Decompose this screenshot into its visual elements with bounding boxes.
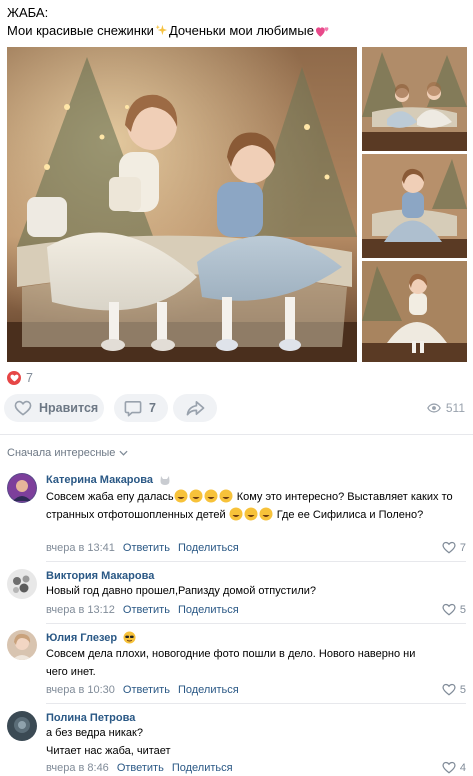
divider bbox=[0, 434, 473, 435]
post-photo-main[interactable] bbox=[7, 47, 357, 362]
comment-author[interactable]: Полина Петрова bbox=[46, 712, 135, 724]
comment-text: а без ведра никак? Читает нас жаба, чита… bbox=[46, 724, 456, 760]
reactions-summary[interactable]: 7 bbox=[7, 370, 33, 386]
sparkles-icon bbox=[155, 24, 168, 36]
comment-divider bbox=[46, 561, 466, 562]
views-counter: 511 bbox=[427, 401, 465, 415]
share-button[interactable] bbox=[173, 394, 217, 422]
comment-text-part1: Совсем жаба епу далась bbox=[46, 491, 174, 503]
comment-text: Новый год давно прошел,Рапизду домой отп… bbox=[46, 582, 456, 600]
reply-link[interactable]: Ответить bbox=[123, 542, 170, 554]
avatar[interactable] bbox=[7, 630, 37, 660]
rofl-emoji-icon bbox=[259, 507, 273, 521]
post-body: Мои красивые снежинки Доченьки мои любимы… bbox=[7, 22, 467, 40]
two-hearts-icon bbox=[315, 27, 329, 37]
post-photo-4[interactable] bbox=[362, 261, 467, 362]
comment-like-count: 7 bbox=[459, 541, 466, 554]
comments-count: 7 bbox=[149, 401, 156, 415]
avatar[interactable] bbox=[7, 473, 37, 503]
chevron-down-icon bbox=[119, 450, 128, 456]
comment-text-line1: а без ведра никак? bbox=[46, 727, 143, 739]
comment-like-button[interactable]: 5 bbox=[442, 603, 466, 616]
comment-like-count: 5 bbox=[459, 683, 466, 696]
reply-link[interactable]: Ответить bbox=[117, 762, 164, 774]
author-name: Катерина Макарова bbox=[46, 474, 153, 486]
post-text: ЖАБА: Мои красивые снежинки Доченьки мои … bbox=[7, 4, 467, 40]
rofl-emoji-icon bbox=[219, 489, 233, 503]
author-name: Виктория Макарова bbox=[46, 570, 155, 582]
comment-divider bbox=[46, 703, 466, 704]
comment-divider bbox=[46, 623, 466, 624]
post-actions: Нравится 7 511 bbox=[4, 394, 469, 424]
comment-text-body: Новый год давно прошел,Рапизду домой отп… bbox=[46, 585, 316, 597]
comment-text: Совсем жаба епу далась Кому это интересн… bbox=[46, 488, 456, 524]
author-name: Полина Петрова bbox=[46, 712, 136, 724]
photo-gallery bbox=[7, 47, 467, 362]
comment-like-count: 4 bbox=[459, 761, 466, 774]
share-link[interactable]: Поделиться bbox=[178, 684, 239, 696]
post-body-part2: Доченьки мои любимые bbox=[168, 23, 314, 38]
comment-author[interactable]: Виктория Макарова bbox=[46, 570, 154, 582]
share-link[interactable]: Поделиться bbox=[178, 604, 239, 616]
rofl-emoji-icon bbox=[174, 489, 188, 503]
views-count: 511 bbox=[445, 401, 465, 415]
reply-link[interactable]: Ответить bbox=[123, 604, 170, 616]
comment-text-line2: Читает нас жаба, читает bbox=[46, 745, 171, 757]
heart-reaction-icon bbox=[7, 371, 21, 385]
comment-time[interactable]: вчера в 10:30 bbox=[46, 684, 115, 696]
rofl-emoji-icon bbox=[244, 507, 258, 521]
heart-outline-icon bbox=[442, 683, 456, 696]
author-name: Юлия Глезер bbox=[46, 631, 118, 644]
like-label: Нравится bbox=[39, 401, 99, 415]
rofl-emoji-icon bbox=[229, 507, 243, 521]
comment-like-button[interactable]: 7 bbox=[442, 541, 466, 554]
avatar[interactable] bbox=[7, 569, 37, 599]
comment-time[interactable]: вчера в 8:46 bbox=[46, 762, 109, 774]
comment-time[interactable]: вчера в 13:41 bbox=[46, 542, 115, 554]
share-link[interactable]: Поделиться bbox=[172, 762, 233, 774]
eye-icon bbox=[427, 403, 441, 413]
comment-time[interactable]: вчера в 13:12 bbox=[46, 604, 115, 616]
avatar[interactable] bbox=[7, 711, 37, 741]
heart-outline-icon bbox=[442, 603, 456, 616]
share-link[interactable]: Поделиться bbox=[178, 542, 239, 554]
post-photo-2[interactable] bbox=[362, 47, 467, 151]
heart-outline-icon bbox=[442, 541, 456, 554]
reply-link[interactable]: Ответить bbox=[123, 684, 170, 696]
comment-like-button[interactable]: 4 bbox=[442, 761, 466, 774]
post-photo-3[interactable] bbox=[362, 154, 467, 258]
comment-button[interactable]: 7 bbox=[114, 394, 168, 422]
comment-like-button[interactable]: 5 bbox=[442, 683, 466, 696]
comment-text-line1: Совсем дела плохи, новогодние фото пошли… bbox=[46, 648, 416, 660]
comments-sort-dropdown[interactable]: Сначала интересные bbox=[7, 447, 128, 459]
comment-author[interactable]: Юлия Глезер bbox=[46, 631, 136, 644]
rofl-emoji-icon bbox=[204, 489, 218, 503]
comment-author[interactable]: Катерина Макарова bbox=[46, 474, 171, 486]
comment-icon bbox=[124, 400, 142, 416]
reactions-count: 7 bbox=[26, 371, 33, 385]
comment-text-line2: чего инет. bbox=[46, 666, 96, 678]
heart-outline-icon bbox=[442, 761, 456, 774]
comment-text-part3: Где ее Сифилиса и Полено? bbox=[273, 509, 424, 521]
like-button[interactable]: Нравится bbox=[4, 394, 104, 422]
comment-text: Совсем дела плохи, новогодние фото пошли… bbox=[46, 645, 456, 681]
post-body-part1: Мои красивые снежинки bbox=[7, 23, 154, 38]
sort-label: Сначала интересные bbox=[7, 447, 116, 459]
sunglasses-emoji-icon bbox=[123, 631, 136, 644]
comment-meta: вчера в 10:30 Ответить Поделиться bbox=[46, 684, 239, 696]
cat-emoji-icon bbox=[160, 475, 170, 485]
comment-meta: вчера в 13:41 Ответить Поделиться bbox=[46, 542, 239, 554]
rofl-emoji-icon bbox=[189, 489, 203, 503]
comment-like-count: 5 bbox=[459, 603, 466, 616]
comment-meta: вчера в 8:46 Ответить Поделиться bbox=[46, 762, 233, 774]
share-icon bbox=[186, 400, 204, 415]
comment-meta: вчера в 13:12 Ответить Поделиться bbox=[46, 604, 239, 616]
heart-outline-icon bbox=[14, 400, 32, 416]
post-title: ЖАБА: bbox=[7, 5, 49, 20]
